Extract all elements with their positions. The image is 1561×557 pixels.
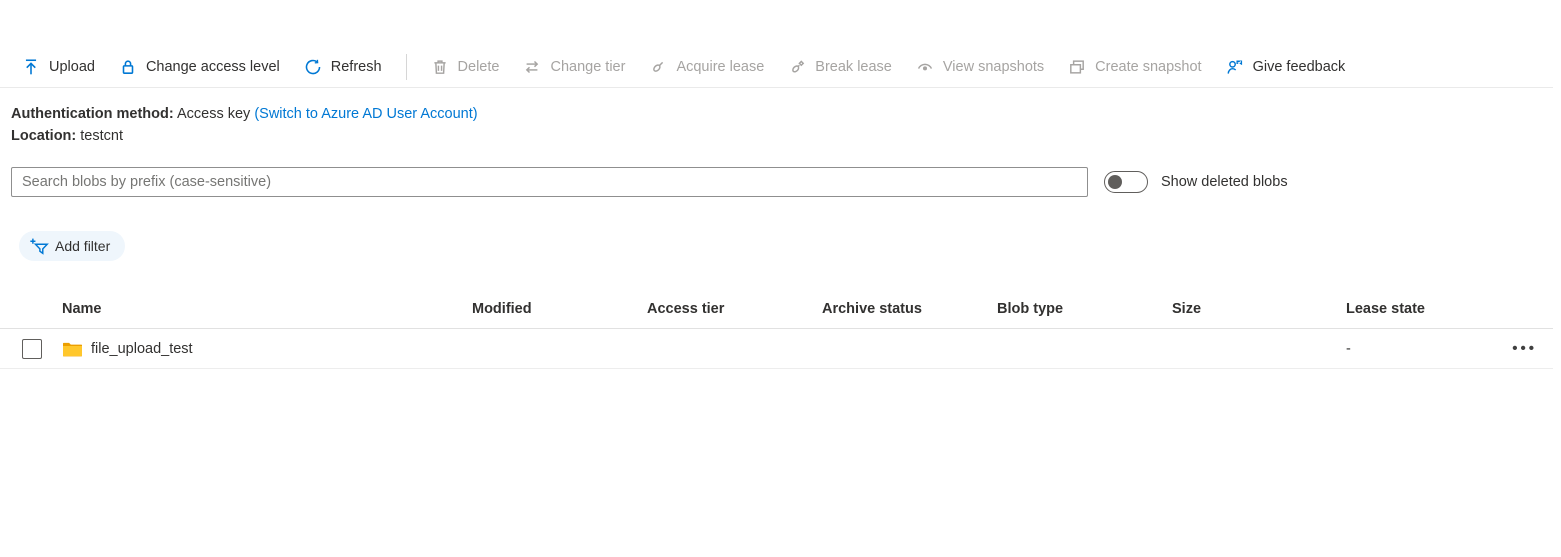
lock-icon bbox=[119, 58, 137, 76]
create-snapshot-label: Create snapshot bbox=[1095, 58, 1202, 75]
create-snapshot-button[interactable]: Create snapshot bbox=[1068, 58, 1202, 76]
upload-icon bbox=[22, 58, 40, 76]
context-info: Authentication method: Access key (Switc… bbox=[11, 103, 1553, 147]
row-check-cell bbox=[0, 338, 54, 359]
change-tier-button[interactable]: Change tier bbox=[523, 58, 625, 76]
show-deleted-blobs-toggle[interactable] bbox=[1104, 171, 1148, 193]
delete-label: Delete bbox=[457, 58, 500, 75]
search-row: Show deleted blobs bbox=[11, 167, 1553, 197]
column-header-archive-status[interactable]: Archive status bbox=[812, 301, 987, 317]
break-lease-label: Break lease bbox=[815, 58, 892, 75]
filter-row: Add filter bbox=[19, 231, 1553, 261]
table-header-row: Name Modified Access tier Archive status… bbox=[0, 289, 1553, 329]
location-value: testcnt bbox=[80, 128, 123, 144]
table-row[interactable]: file_upload_test - ••• bbox=[0, 329, 1553, 369]
refresh-button[interactable]: Refresh bbox=[304, 58, 382, 76]
view-snapshots-label: View snapshots bbox=[942, 58, 1045, 75]
acquire-lease-button[interactable]: Acquire lease bbox=[649, 58, 764, 76]
column-header-access-tier[interactable]: Access tier bbox=[637, 301, 812, 317]
refresh-label: Refresh bbox=[330, 58, 382, 75]
toolbar: Upload Change access level Refresh Delet… bbox=[0, 46, 1553, 88]
ellipsis-icon[interactable]: ••• bbox=[1512, 340, 1537, 357]
location-label: Location: bbox=[11, 128, 77, 144]
row-lease-state-cell: - bbox=[1346, 340, 1351, 357]
auth-method-value: Access key bbox=[176, 106, 251, 122]
refresh-icon bbox=[304, 58, 322, 76]
change-access-level-button[interactable]: Change access level bbox=[119, 58, 280, 76]
view-snapshots-button[interactable]: View snapshots bbox=[916, 58, 1044, 76]
delete-button[interactable]: Delete bbox=[431, 58, 500, 76]
acquire-lease-icon bbox=[649, 58, 667, 76]
feedback-icon bbox=[1226, 58, 1244, 76]
add-filter-icon bbox=[29, 237, 49, 255]
upload-button[interactable]: Upload bbox=[22, 58, 95, 76]
break-lease-icon bbox=[788, 58, 806, 76]
change-tier-icon bbox=[523, 58, 541, 76]
auth-method-line: Authentication method: Access key (Switc… bbox=[11, 103, 1553, 125]
give-feedback-label: Give feedback bbox=[1252, 58, 1346, 75]
break-lease-button[interactable]: Break lease bbox=[788, 58, 892, 76]
add-filter-button[interactable]: Add filter bbox=[19, 231, 126, 261]
blob-name[interactable]: file_upload_test bbox=[91, 341, 193, 357]
add-filter-label: Add filter bbox=[55, 238, 111, 254]
column-header-size[interactable]: Size bbox=[1162, 301, 1337, 317]
snapshot-icon bbox=[1068, 58, 1086, 76]
show-deleted-blobs-label: Show deleted blobs bbox=[1161, 174, 1288, 190]
column-header-blob-type[interactable]: Blob type bbox=[987, 301, 1162, 317]
search-input[interactable] bbox=[11, 167, 1088, 197]
row-name-cell[interactable]: file_upload_test bbox=[54, 341, 462, 357]
toolbar-divider bbox=[405, 53, 407, 80]
column-header-lease-state[interactable]: Lease state bbox=[1337, 301, 1489, 317]
eye-icon bbox=[916, 58, 934, 76]
folder-icon bbox=[62, 341, 82, 357]
give-feedback-button[interactable]: Give feedback bbox=[1226, 58, 1346, 76]
upload-label: Upload bbox=[49, 58, 95, 75]
acquire-lease-label: Acquire lease bbox=[676, 58, 765, 75]
column-header-modified[interactable]: Modified bbox=[462, 301, 637, 317]
blob-container-page: Upload Change access level Refresh Delet… bbox=[0, 46, 1553, 369]
row-checkbox[interactable] bbox=[22, 338, 42, 359]
switch-auth-link[interactable]: (Switch to Azure AD User Account) bbox=[254, 106, 477, 122]
blobs-table: Name Modified Access tier Archive status… bbox=[0, 289, 1553, 369]
column-header-name[interactable]: Name bbox=[54, 301, 462, 317]
toggle-knob bbox=[1108, 175, 1122, 189]
change-tier-label: Change tier bbox=[550, 58, 626, 75]
row-menu-cell: ••• bbox=[1489, 340, 1553, 357]
auth-method-label: Authentication method: bbox=[11, 106, 174, 122]
trash-icon bbox=[431, 58, 449, 76]
change-access-level-label: Change access level bbox=[145, 58, 280, 75]
location-line: Location: testcnt bbox=[11, 125, 1553, 147]
